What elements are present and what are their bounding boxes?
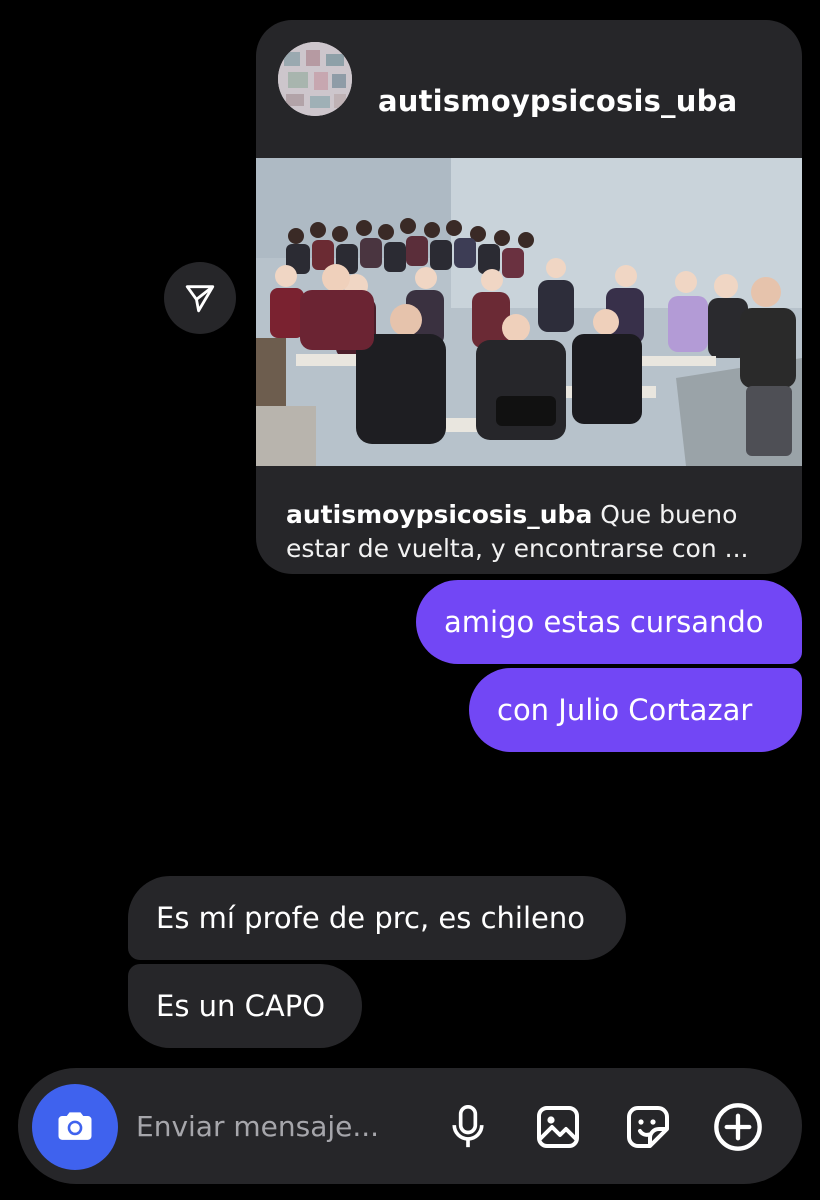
- camera-button[interactable]: [32, 1084, 118, 1170]
- gallery-icon: [537, 1106, 579, 1148]
- sticker-icon: [627, 1106, 669, 1148]
- avatar-image: [278, 42, 352, 116]
- microphone-icon: [452, 1105, 484, 1148]
- microphone-button[interactable]: [442, 1101, 494, 1153]
- message-bubble-received[interactable]: Es un CAPO: [128, 964, 362, 1048]
- caption-text: Que bueno: [592, 500, 738, 529]
- plus-icon: [714, 1103, 762, 1151]
- message-bubble-sent[interactable]: amigo estas cursando: [416, 580, 802, 664]
- gallery-button[interactable]: [532, 1101, 584, 1153]
- sticker-button[interactable]: [622, 1101, 674, 1153]
- caption-text-continued: estar de vuelta, y encontrarse con ...: [286, 534, 749, 563]
- share-button[interactable]: [164, 262, 236, 334]
- caption-username: autismoypsicosis_uba: [286, 500, 593, 529]
- camera-icon: [58, 1112, 92, 1140]
- classroom-photo: [256, 158, 802, 466]
- send-icon: [185, 285, 215, 313]
- message-input[interactable]: [136, 1104, 426, 1148]
- post-username[interactable]: autismoypsicosis_uba: [378, 84, 737, 118]
- post-photo[interactable]: [256, 158, 802, 466]
- add-button[interactable]: [712, 1101, 764, 1153]
- message-bubble-received[interactable]: Es mí profe de prc, es chileno: [128, 876, 626, 960]
- post-header: autismoypsicosis_uba: [256, 20, 802, 138]
- shared-post-card[interactable]: autismoypsicosis_uba autismoypsicosis_ub…: [256, 20, 802, 574]
- message-composer: [18, 1068, 802, 1184]
- post-caption[interactable]: autismoypsicosis_uba Que bueno estar de …: [286, 498, 776, 566]
- message-bubble-sent[interactable]: con Julio Cortazar: [469, 668, 802, 752]
- post-avatar[interactable]: [278, 42, 352, 116]
